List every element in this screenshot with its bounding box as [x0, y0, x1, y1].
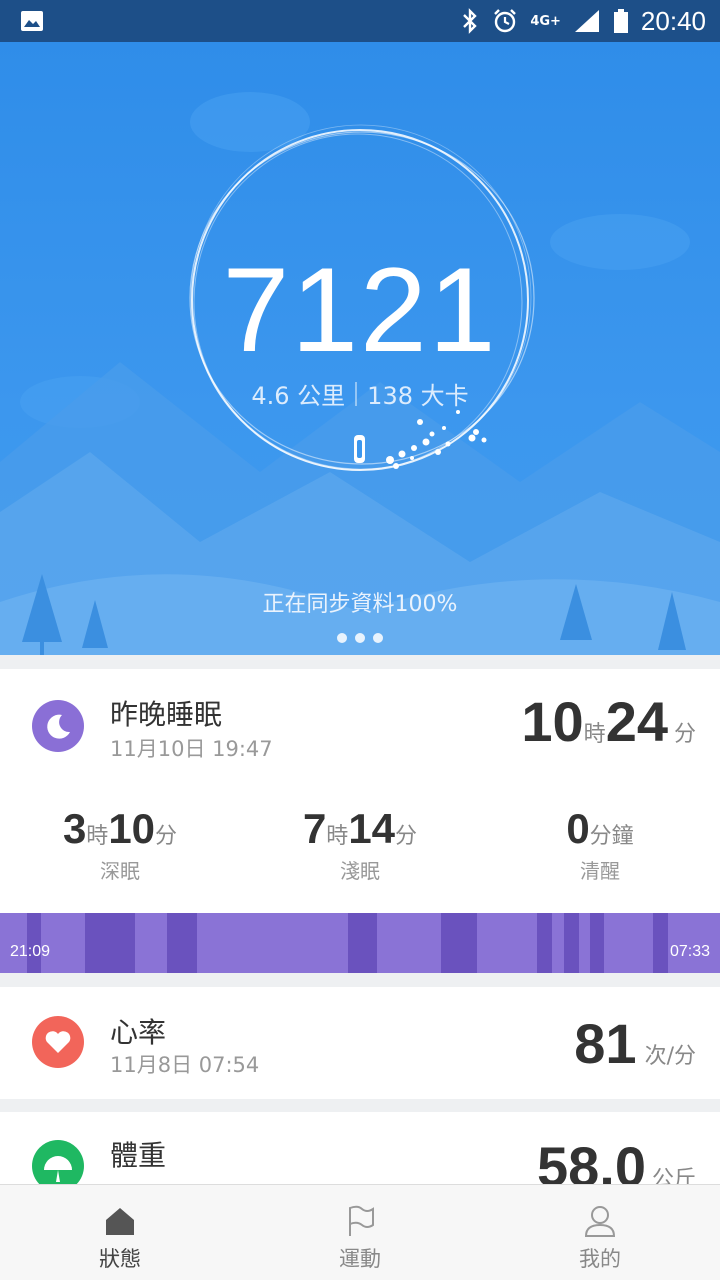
network-type: 4G+	[530, 13, 561, 29]
light-minutes: 14	[348, 805, 396, 852]
status-bar: 4G+ 20:40	[0, 0, 720, 42]
heart-rate-card[interactable]: 心率 11月8日 07:54 81 次/分	[0, 987, 720, 1099]
divider	[355, 381, 358, 406]
deep-sleep-segment	[564, 913, 579, 973]
image-icon	[21, 11, 43, 31]
sleep-card[interactable]: z 昨晚睡眠 11月10日 19:47 10 時 24 分 3 時 10 分 深…	[0, 669, 720, 973]
deep-sleep-segment	[537, 913, 552, 973]
deep-sleep-segment	[167, 913, 197, 973]
alarm-icon	[494, 9, 517, 33]
sleep-title: 昨晚睡眠	[110, 698, 223, 731]
distance-calories: 4.6 公里 138 大卡	[0, 376, 720, 411]
moon-icon: z	[32, 700, 84, 752]
hour-unit: 時	[326, 824, 349, 849]
deep-sleep-segment	[653, 913, 668, 973]
tab-sport[interactable]: 運動	[240, 1185, 480, 1280]
step-summary-hero[interactable]: 7121 4.6 公里 138 大卡 正在同步資料100%	[0, 42, 720, 655]
light-sleep-label: 淺眠	[340, 859, 380, 883]
page-indicator	[0, 633, 720, 643]
bluetooth-icon	[463, 8, 478, 34]
hour-unit: 時	[86, 824, 109, 849]
deep-sleep-segment	[590, 913, 604, 973]
light-sleep: 7 時 14 分 淺眠	[240, 805, 480, 884]
deep-sleep-label: 深眠	[100, 859, 140, 883]
heart-rate-unit: 次/分	[644, 1044, 696, 1069]
deep-sleep-segment	[441, 913, 477, 973]
tab-me-label: 我的	[579, 1247, 621, 1271]
page-dot-3	[373, 633, 383, 643]
awake: 0 分鐘 清醒	[480, 805, 720, 884]
minute-unit: 分	[155, 824, 178, 849]
sleep-end-time: 07:33	[669, 943, 710, 960]
deep-hours: 3	[62, 805, 87, 852]
sleep-breakdown: 3 時 10 分 深眠 7 時 14 分 淺眠 0 分鐘 清醒	[0, 805, 720, 884]
minute-unit: 分	[673, 722, 696, 747]
weight-title: 體重	[110, 1139, 167, 1172]
bottom-navigation: 狀態 運動 我的	[0, 1184, 720, 1280]
tab-me[interactable]: 我的	[480, 1185, 720, 1280]
deep-minutes: 10	[108, 805, 156, 852]
person-icon	[584, 1206, 616, 1237]
svg-text:z: z	[62, 718, 67, 728]
battery-icon	[613, 9, 628, 33]
sleep-total-hours: 10	[521, 690, 584, 753]
sleep-start-time: 21:09	[10, 943, 51, 960]
sleep-date: 11月10日 19:47	[110, 737, 273, 761]
sleep-total-minutes: 24	[605, 690, 668, 753]
sleep-total: 10 時 24 分	[521, 689, 696, 754]
heart-rate-value: 81 次/分	[574, 1011, 696, 1076]
awake-label: 清醒	[580, 859, 620, 883]
tab-status[interactable]: 狀態	[0, 1185, 240, 1280]
clock: 20:40	[640, 5, 706, 36]
heart-icon	[32, 1016, 84, 1068]
page-dot-1	[337, 633, 347, 643]
distance-value: 4.6 公里	[251, 382, 346, 410]
heart-rate-number: 81	[574, 1012, 637, 1075]
deep-sleep-segment	[348, 913, 377, 973]
home-icon	[106, 1208, 134, 1235]
heart-rate-title: 心率	[110, 1016, 167, 1049]
page-dot-2	[355, 633, 365, 643]
signal-icon	[574, 10, 599, 32]
flag-icon	[349, 1205, 374, 1236]
sync-status: 正在同步資料100%	[262, 592, 458, 617]
awake-unit: 分鐘	[589, 824, 634, 849]
calories-value: 138 大卡	[367, 382, 469, 410]
weight-card[interactable]: 體重 58.0 公斤	[0, 1112, 720, 1192]
heart-rate-date: 11月8日 07:54	[110, 1053, 260, 1077]
step-count: 7121	[222, 243, 498, 377]
hour-unit: 時	[583, 722, 606, 747]
deep-sleep-segment	[85, 913, 135, 973]
light-hours: 7	[302, 805, 327, 852]
minute-unit: 分	[395, 824, 418, 849]
tab-status-label: 狀態	[99, 1247, 141, 1271]
awake-minutes: 0	[566, 805, 590, 852]
tab-sport-label: 運動	[339, 1247, 381, 1271]
sleep-timeline-bar[interactable]: 21:09 07:33	[0, 913, 720, 973]
deep-sleep: 3 時 10 分 深眠	[0, 805, 240, 884]
